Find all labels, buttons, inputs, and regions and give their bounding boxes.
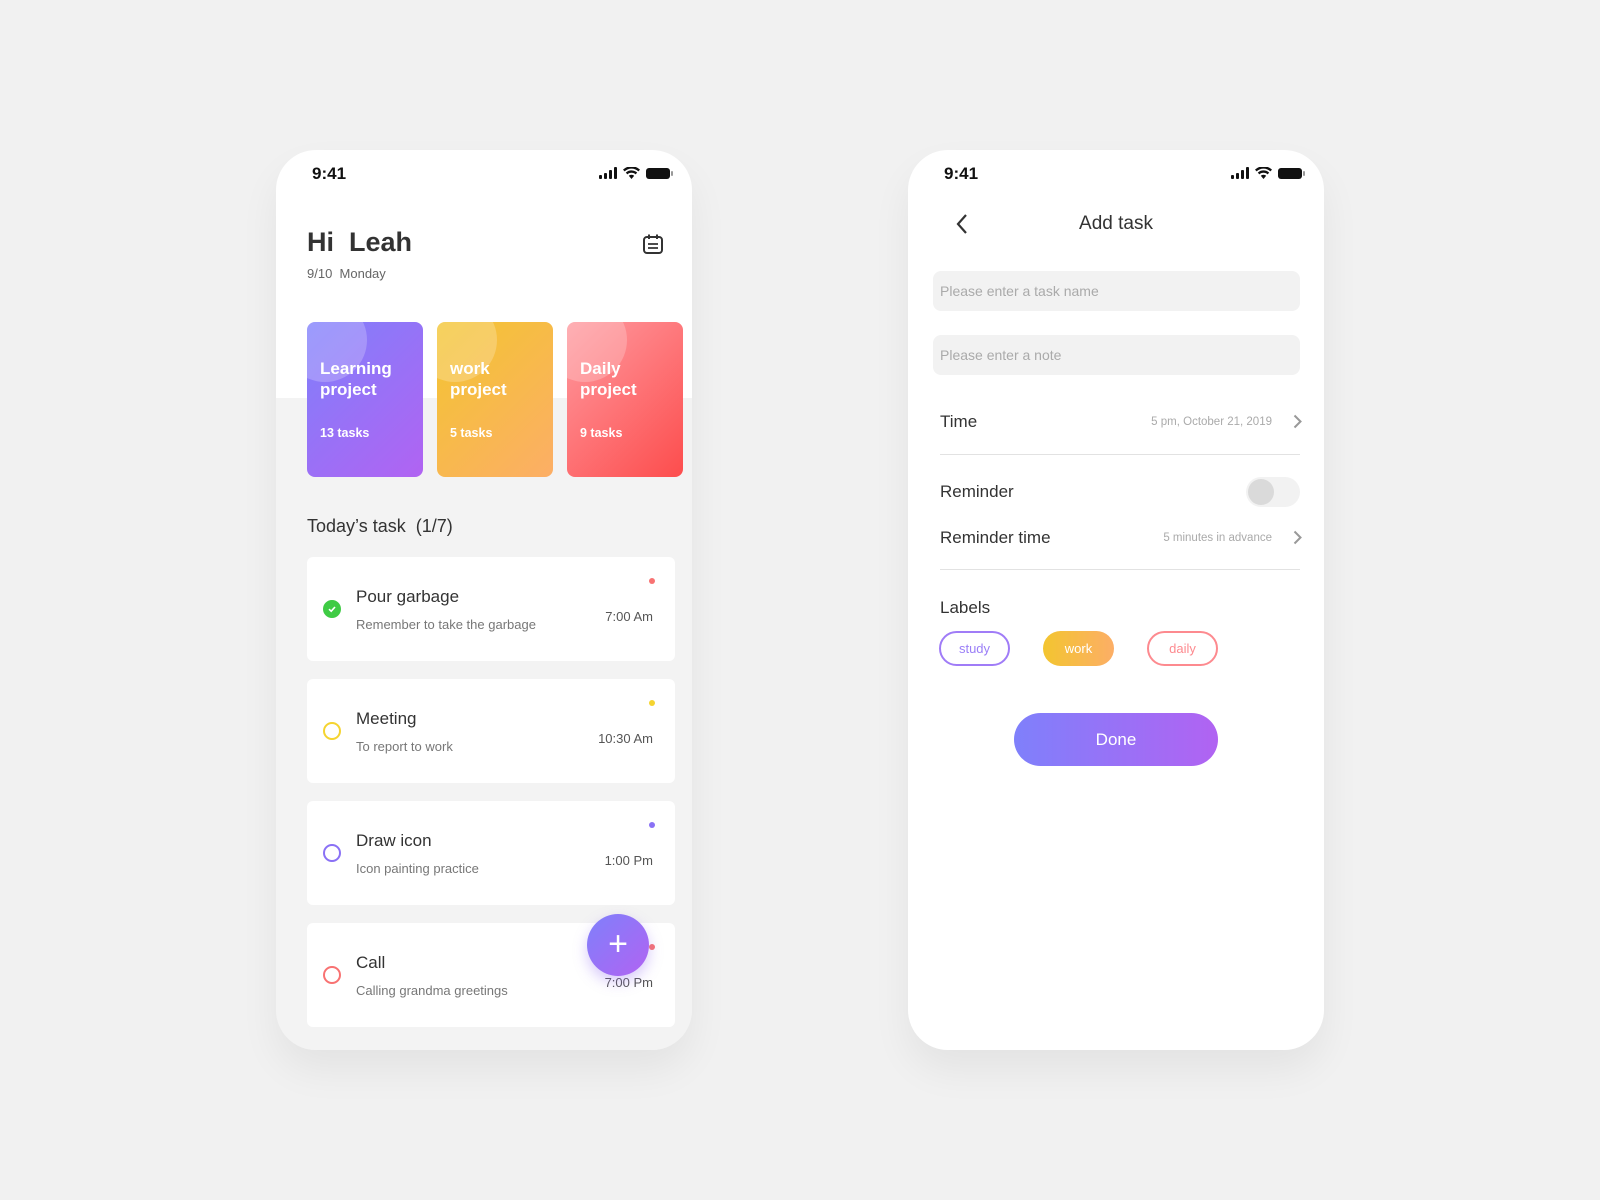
project-count: 13 tasks xyxy=(320,426,370,440)
priority-dot xyxy=(649,700,655,706)
signal-icon xyxy=(1231,167,1249,179)
checked-icon[interactable] xyxy=(323,600,341,618)
project-count: 9 tasks xyxy=(580,426,623,440)
unchecked-circle-icon[interactable] xyxy=(323,722,341,740)
project-title: Learning project xyxy=(320,359,392,399)
reminder-time-value[interactable]: 5 minutes in advance xyxy=(1163,532,1272,544)
task-time: 7:00 Am xyxy=(605,609,653,624)
wifi-icon xyxy=(623,167,640,179)
priority-dot xyxy=(649,822,655,828)
reminder-time-label: Reminder time xyxy=(940,528,1051,547)
divider xyxy=(940,454,1300,455)
add-task-button[interactable]: + xyxy=(587,914,649,976)
unchecked-circle-icon[interactable] xyxy=(323,844,341,862)
task-name: Draw icon xyxy=(356,831,432,850)
status-time: 9:41 xyxy=(944,164,979,183)
project-card-daily[interactable]: Daily project 9 tasks xyxy=(567,322,683,477)
task-note: Remember to take the garbage xyxy=(356,617,536,632)
signal-icon xyxy=(599,167,617,179)
greeting: Hi Leah xyxy=(307,227,413,257)
label-chip-daily[interactable]: daily xyxy=(1147,631,1218,666)
project-card-work[interactable]: work project 5 tasks xyxy=(437,322,553,477)
priority-dot xyxy=(649,944,655,950)
done-button[interactable]: Done xyxy=(1014,713,1218,766)
task-name: Pour garbage xyxy=(356,587,460,606)
reminder-toggle[interactable] xyxy=(1246,477,1300,507)
task-time: 1:00 Pm xyxy=(604,853,653,868)
status-icons xyxy=(1231,167,1305,179)
chevron-right-icon[interactable] xyxy=(1293,414,1302,429)
task-name: Call xyxy=(356,953,386,972)
task-item[interactable]: Pour garbage Remember to take the garbag… xyxy=(307,557,675,661)
date: 9/10 Monday xyxy=(307,266,386,281)
project-title: work project xyxy=(450,359,507,399)
status-time: 9:41 xyxy=(312,164,347,183)
time-label: Time xyxy=(940,412,978,431)
priority-dot xyxy=(649,578,655,584)
task-note: Calling grandma greetings xyxy=(356,983,508,998)
calendar-icon[interactable] xyxy=(642,233,664,255)
project-count: 5 tasks xyxy=(450,426,493,440)
task-time: 7:00 Pm xyxy=(604,975,653,990)
label-chip-work[interactable]: work xyxy=(1043,631,1114,666)
wifi-icon xyxy=(1255,167,1272,179)
chevron-right-icon[interactable] xyxy=(1293,530,1302,545)
task-name: Meeting xyxy=(356,709,417,728)
task-item[interactable]: Draw icon Icon painting practice 1:00 Pm xyxy=(307,801,675,905)
home-screen: 9:41 Hi Leah 9/10 Monday Learning projec… xyxy=(276,150,692,1050)
reminder-label: Reminder xyxy=(940,482,1014,501)
page-title: Add task xyxy=(1079,213,1153,234)
task-time: 10:30 Am xyxy=(598,731,653,746)
add-task-screen: 9:41 Add task Time 5 pm, October 21, 201… xyxy=(908,150,1324,1050)
toggle-knob xyxy=(1248,479,1274,505)
section-title: Today’s task (1/7) xyxy=(307,516,453,536)
task-item[interactable]: Meeting To report to work 10:30 Am xyxy=(307,679,675,783)
task-note: Icon painting practice xyxy=(356,861,479,876)
note-input[interactable] xyxy=(933,335,1300,375)
project-card-learning[interactable]: Learning project 13 tasks xyxy=(307,322,423,477)
battery-icon xyxy=(1278,167,1305,179)
labels-title: Labels xyxy=(940,598,991,617)
task-note: To report to work xyxy=(356,739,453,754)
divider xyxy=(940,569,1300,570)
status-icons xyxy=(599,167,673,179)
project-title: Daily project xyxy=(580,359,637,399)
battery-icon xyxy=(646,167,673,179)
time-value[interactable]: 5 pm, October 21, 2019 xyxy=(1151,416,1272,428)
label-chip-study[interactable]: study xyxy=(939,631,1010,666)
task-name-input[interactable] xyxy=(933,271,1300,311)
unchecked-circle-icon[interactable] xyxy=(323,966,341,984)
